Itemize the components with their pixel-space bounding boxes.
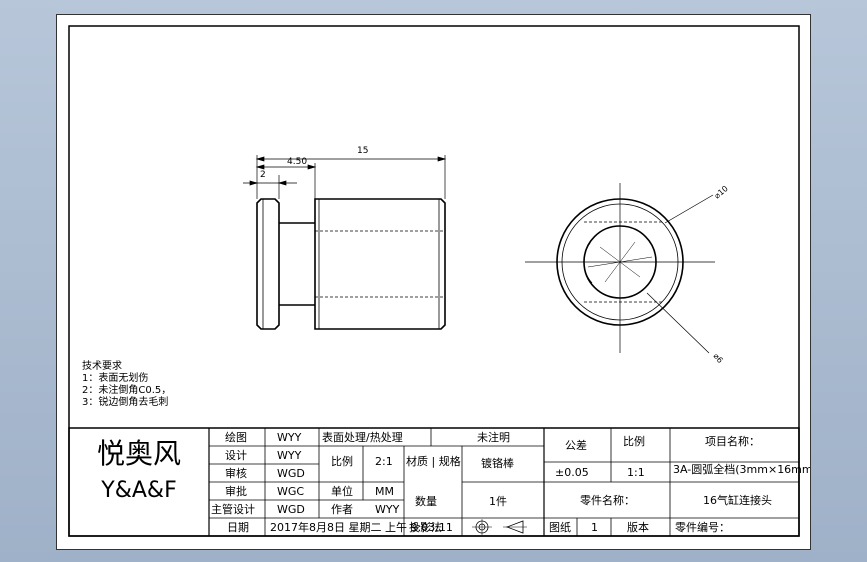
label-projection: 投影法 <box>409 520 442 534</box>
value-check: WGD <box>277 467 305 480</box>
dim-overall-length: 15 <box>357 146 368 156</box>
label-scale-2: 比例 <box>623 434 645 448</box>
value-verify: WGC <box>277 485 304 498</box>
label-sheet: 版本 <box>627 520 649 534</box>
value-tolerance: ±0.05 <box>555 466 589 479</box>
value-author: WYY <box>375 503 400 516</box>
value-design: WYY <box>277 449 302 462</box>
value-material: 镀铬棒 <box>481 456 514 470</box>
tech-requirements: 技术要求 1：表面无划伤 2：未注倒角C0.5， 3：锐边倒角去毛刺 <box>82 359 171 408</box>
value-draw: WYY <box>277 431 302 444</box>
tech-item-1: 1：表面无划伤 <box>82 371 148 384</box>
dim-neck-position: 4.50 <box>287 157 307 167</box>
value-project-name: 3A-圆弧全档(3mm×16mm)# <box>673 462 810 476</box>
label-verify: 审批 <box>225 484 247 498</box>
label-lead-design: 主管设计 <box>211 502 255 516</box>
value-qty: 1件 <box>489 495 507 508</box>
value-sheet-no: 1 <box>591 521 598 534</box>
drawing-sheet: 15 4.50 2 ⌀10 ⌀6 技术要求 1：表面无划伤 2：未注倒角C0.5… <box>56 14 811 550</box>
label-material: 材质 | 规格 <box>406 454 461 468</box>
label-tolerance: 公差 <box>565 438 587 452</box>
front-view <box>256 198 446 330</box>
label-project-name: 项目名称： <box>705 434 760 448</box>
label-author: 作者 <box>331 503 353 516</box>
value-scale-2: 1:1 <box>627 466 645 479</box>
value-unit: MM <box>375 485 394 498</box>
tech-title: 技术要求 <box>82 359 122 372</box>
label-part-no: 零件编号： <box>675 520 730 534</box>
value-scale: 2:1 <box>375 455 393 468</box>
label-check: 审核 <box>225 466 247 480</box>
value-part-name: 16气缸连接头 <box>703 493 772 507</box>
dim-neck-width: 2 <box>260 170 266 180</box>
label-unit: 单位 <box>331 484 353 498</box>
tech-item-3: 3：锐边倒角去毛刺 <box>82 395 168 408</box>
company-name-cn: 悦奥风 <box>97 437 181 470</box>
company-name-en: Y&A&F <box>100 478 176 503</box>
label-draw: 绘图 <box>225 430 247 444</box>
value-lead-design: WGD <box>277 503 305 516</box>
label-surface: 表面处理/热处理 <box>322 430 403 444</box>
side-view <box>525 183 715 354</box>
dim-outer-diameter: ⌀10 <box>713 184 730 201</box>
tech-item-2: 2：未注倒角C0.5， <box>82 383 171 396</box>
label-part-name: 零件名称： <box>580 493 635 507</box>
label-scale: 比例 <box>331 454 353 468</box>
label-design: 设计 <box>225 449 247 462</box>
label-qty: 数量 <box>415 495 437 508</box>
front-dimensions <box>243 155 447 199</box>
label-drawing-no: 图纸 <box>549 521 571 534</box>
label-date: 日期 <box>227 521 249 534</box>
dim-inner-diameter: ⌀6 <box>711 352 724 365</box>
value-surface: 未注明 <box>477 430 510 444</box>
cad-drawing: 15 4.50 2 ⌀10 ⌀6 技术要求 1：表面无划伤 2：未注倒角C0.5… <box>68 25 810 537</box>
